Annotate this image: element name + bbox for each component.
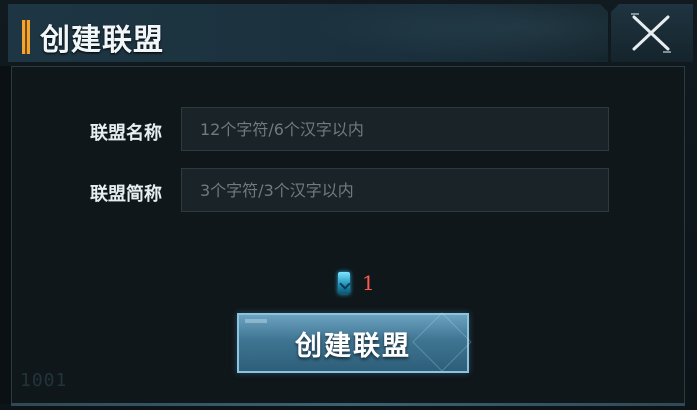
button-decor-tag [245,319,267,323]
panel-left-edge [0,66,11,404]
create-alliance-button-label: 创建联盟 [295,330,411,362]
diamond-gem-icon [338,272,350,294]
create-alliance-button[interactable]: 创建联盟 [237,312,472,373]
dialog-header: 创建联盟 [8,4,608,62]
create-alliance-dialog: 创建联盟 联盟名称 联盟简称 1 创建联盟 1001 [0,0,697,410]
close-button[interactable] [611,4,693,62]
creation-cost: 1 [338,270,375,296]
alliance-name-input[interactable] [181,107,609,151]
alliance-name-label: 联盟名称 [90,123,162,144]
header-glow [308,4,608,62]
alliance-short-name-label: 联盟简称 [90,184,162,205]
close-x-icon [631,13,671,53]
header-accent-stripe [22,20,30,54]
bottom-edge-line [11,403,685,406]
cost-amount: 1 [362,271,375,295]
decor-watermark: 1001 [20,370,68,391]
dialog-title: 创建联盟 [40,23,164,58]
alliance-short-name-input[interactable] [181,168,609,212]
button-decor-diamond [412,312,472,372]
